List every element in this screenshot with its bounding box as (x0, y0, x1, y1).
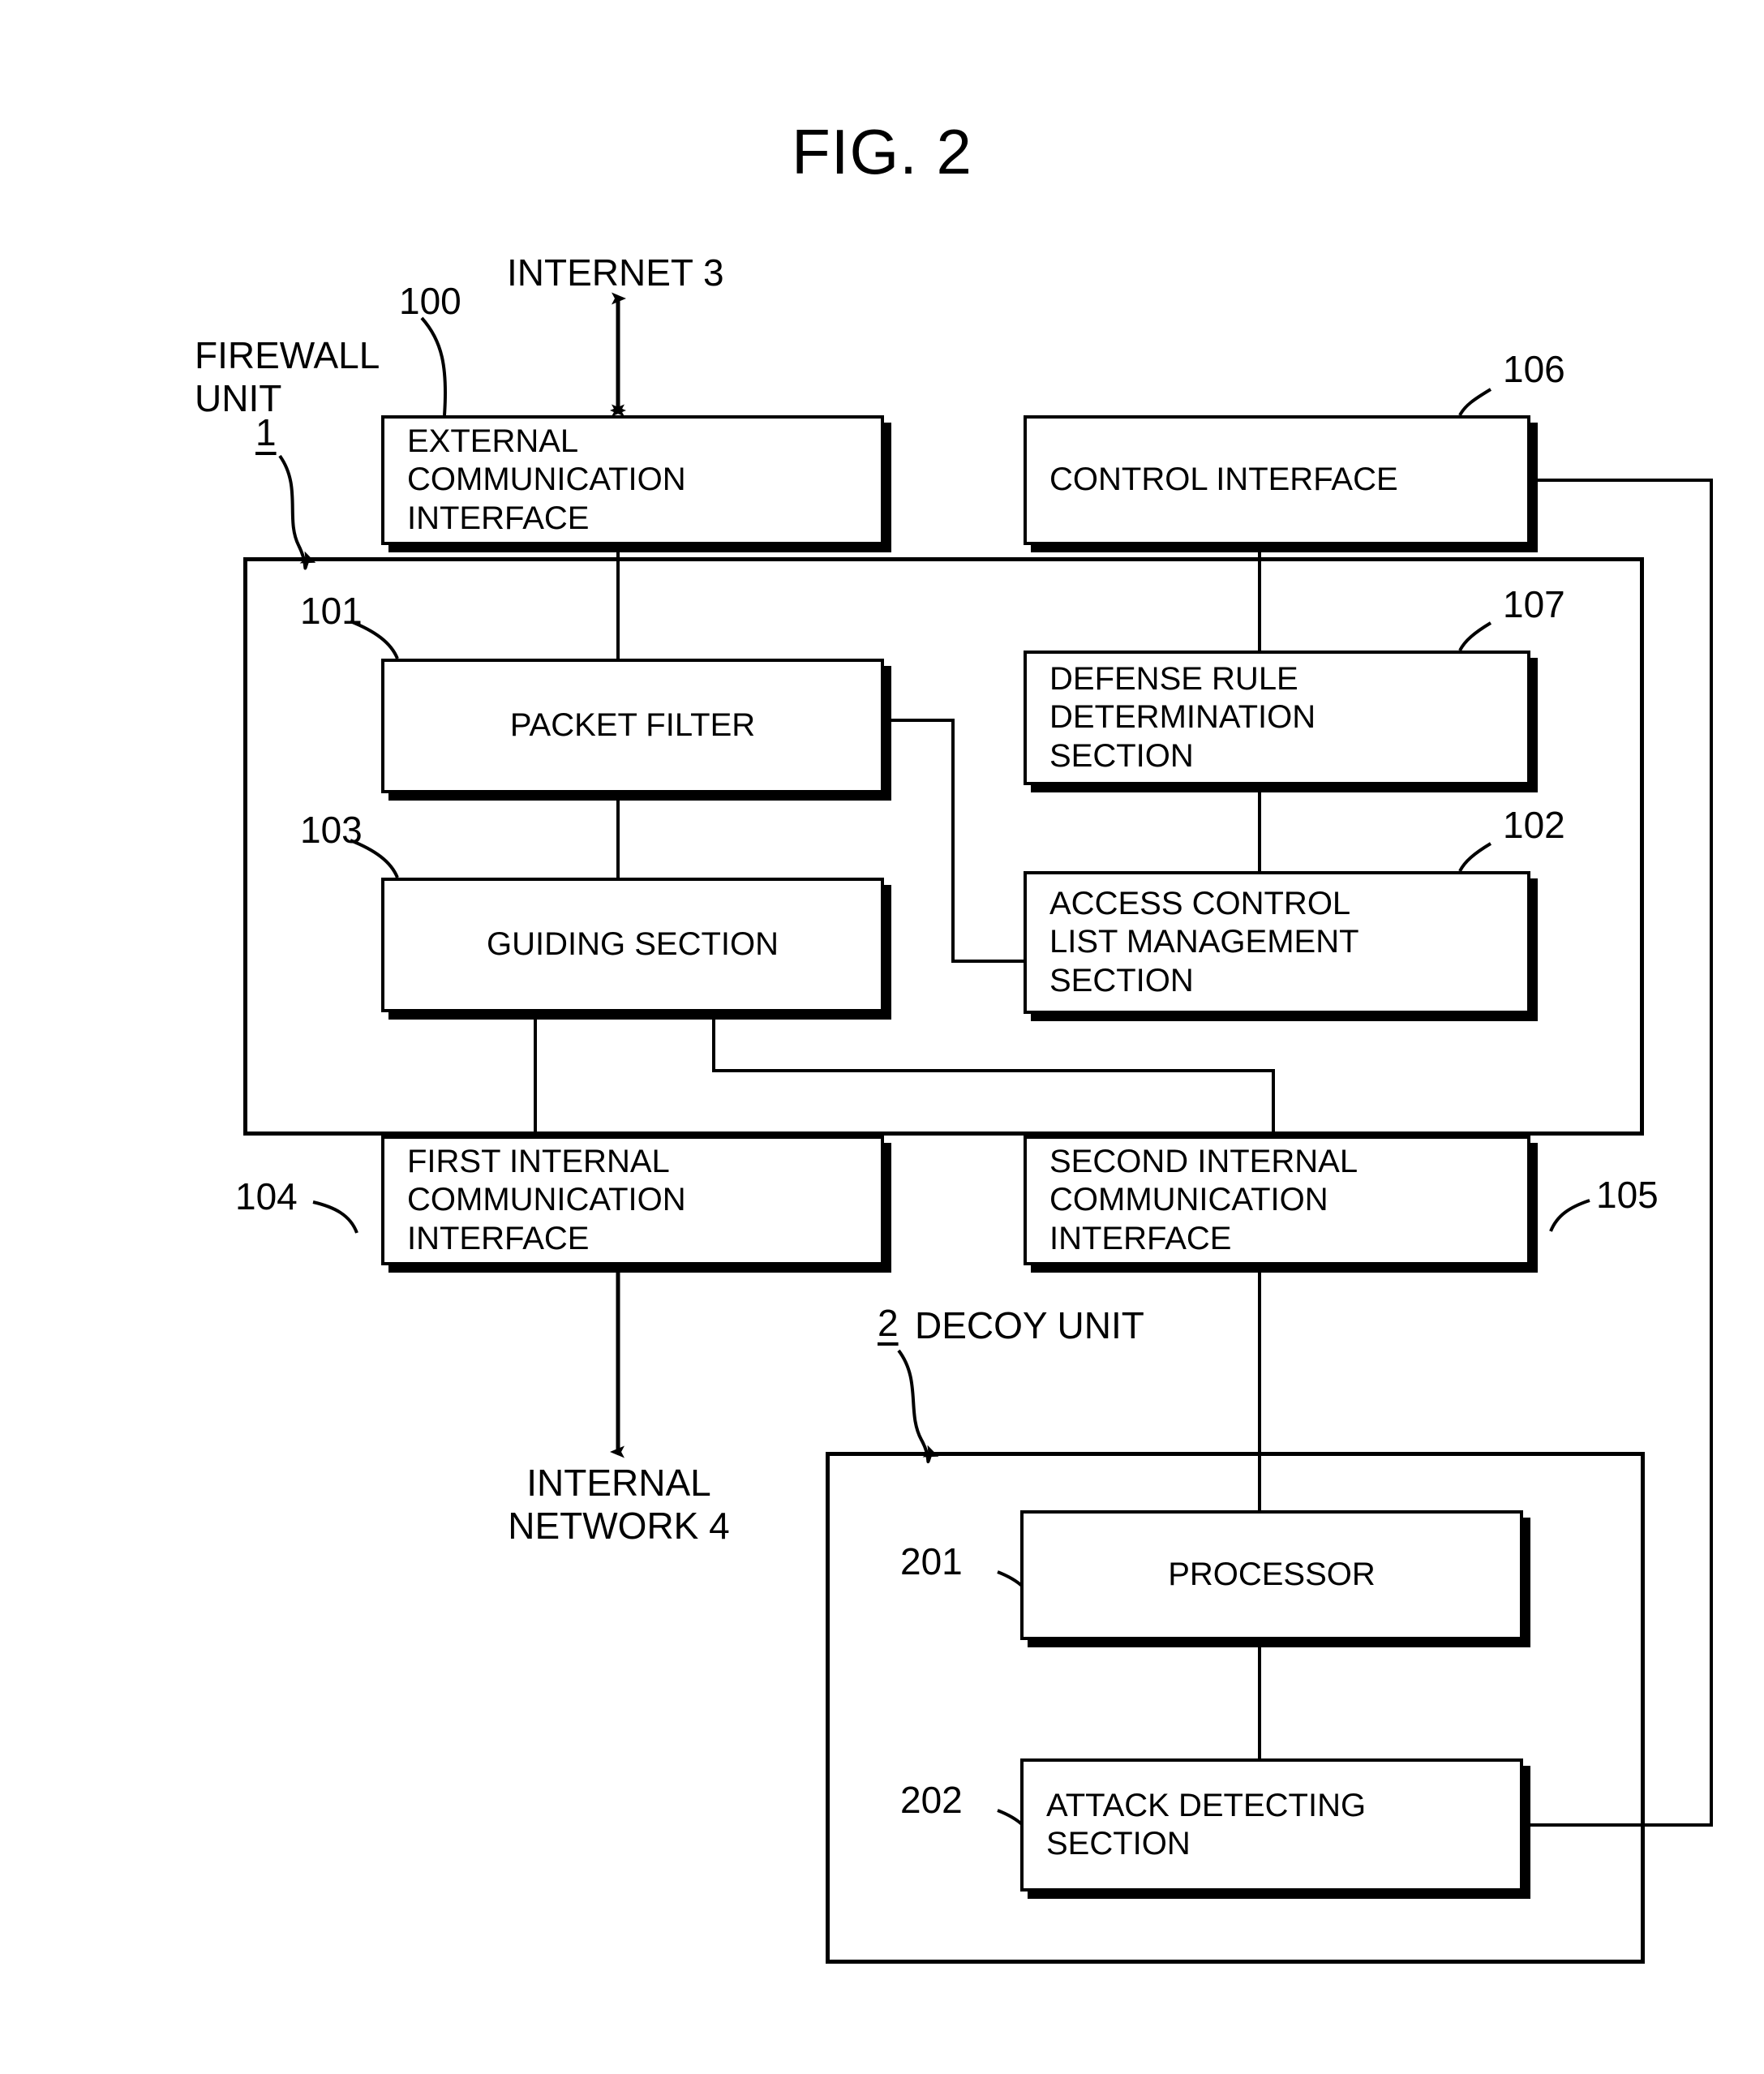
block-label-packet-filter: PACKET FILTER (509, 707, 756, 744)
block-label-access-control-list-management-section: ACCESS CONTROL LIST MANAGEMENT SECTION (1049, 886, 1359, 998)
ref-leader-106 (1458, 388, 1492, 416)
ref-leader-104 (312, 1200, 358, 1234)
block-label-second-internal-communication-interface: SECOND INTERNAL COMMUNICATION INTERFACE (1049, 1144, 1358, 1256)
ref-number-104: 104 (235, 1175, 298, 1217)
ref-leader-105 (1549, 1199, 1590, 1232)
ref-leader-100 (420, 316, 448, 416)
block-label-processor: PROCESSOR (1168, 1557, 1376, 1593)
block-guiding-section[interactable]: GUIDING SECTION (381, 878, 884, 1012)
decoy-unit-leader (897, 1349, 939, 1464)
ref-number-106: 106 (1503, 348, 1565, 390)
block-label-guiding-section: GUIDING SECTION (486, 926, 779, 963)
block-label-control-interface: CONTROL INTERFACE (1049, 462, 1398, 498)
block-label-external-communication-interface: EXTERNAL COMMUNICATION INTERFACE (407, 423, 686, 536)
block-label-defense-rule-determination-section: DEFENSE RULE DETERMINATION SECTION (1049, 661, 1316, 774)
ref-number-103: 103 (300, 809, 363, 851)
ref-number-201: 201 (900, 1540, 963, 1582)
firewall-unit-label: FIREWALL UNIT (195, 334, 380, 419)
ref-number-202: 202 (900, 1779, 963, 1821)
block-label-attack-detecting-section: ATTACK DETECTING SECTION (1046, 1787, 1367, 1861)
internet-label: INTERNET 3 (507, 251, 724, 294)
firewall-unit-leader (278, 454, 316, 570)
block-packet-filter[interactable]: PACKET FILTER (381, 659, 884, 793)
ref-number-101: 101 (300, 590, 363, 632)
figure-title: FIG. 2 (792, 116, 972, 187)
block-external-communication-interface[interactable]: EXTERNAL COMMUNICATION INTERFACE (381, 415, 884, 545)
ref-number-105: 105 (1596, 1174, 1659, 1216)
ref-number-107: 107 (1503, 583, 1565, 625)
block-processor[interactable]: PROCESSOR (1020, 1510, 1523, 1640)
block-second-internal-communication-interface[interactable]: SECOND INTERNAL COMMUNICATION INTERFACE (1024, 1136, 1530, 1265)
decoy-unit-label: DECOY UNIT (915, 1304, 1144, 1346)
block-label-first-internal-communication-interface: FIRST INTERNAL COMMUNICATION INTERFACE (407, 1144, 686, 1256)
decoy-unit-number: 2 (878, 1302, 899, 1344)
firewall-unit-frame (243, 557, 1644, 1136)
block-first-internal-communication-interface[interactable]: FIRST INTERNAL COMMUNICATION INTERFACE (381, 1136, 884, 1265)
internal-network-label: INTERNAL NETWORK 4 (508, 1462, 730, 1547)
block-attack-detecting-section[interactable]: ATTACK DETECTING SECTION (1020, 1758, 1523, 1892)
ref-number-100: 100 (399, 280, 461, 322)
patent-figure-page: FIG. 2 EXTERNAL COMMUNICATION INTERFACE … (0, 0, 1764, 2074)
firewall-unit-number: 1 (255, 411, 277, 453)
block-access-control-list-management-section[interactable]: ACCESS CONTROL LIST MANAGEMENT SECTION (1024, 871, 1530, 1014)
ref-number-102: 102 (1503, 804, 1565, 846)
block-control-interface[interactable]: CONTROL INTERFACE (1024, 415, 1530, 545)
block-defense-rule-determination-section[interactable]: DEFENSE RULE DETERMINATION SECTION (1024, 651, 1530, 785)
